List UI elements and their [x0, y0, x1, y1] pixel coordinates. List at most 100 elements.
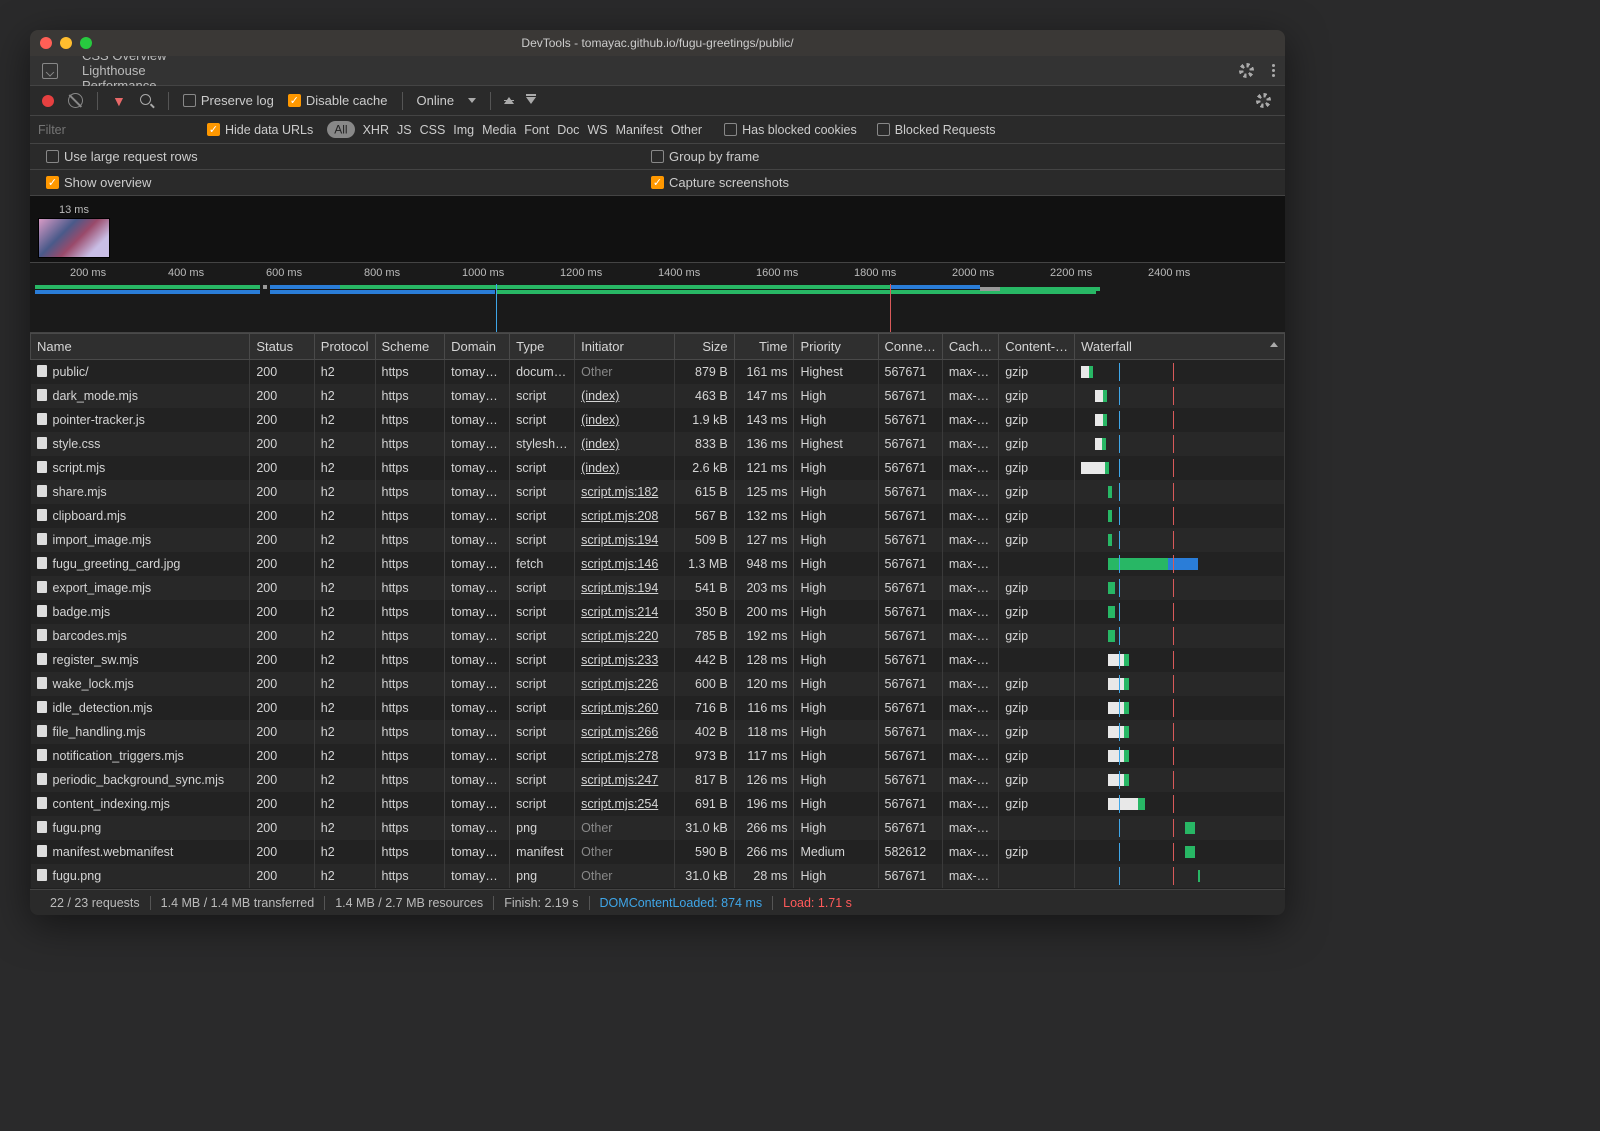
column-cach[interactable]: Cach…: [942, 334, 998, 360]
file-icon: [37, 389, 47, 401]
table-row[interactable]: export_image.mjs200h2httpstomayac…script…: [31, 576, 1285, 600]
column-time[interactable]: Time: [734, 334, 794, 360]
table-row[interactable]: import_image.mjs200h2httpstomayac…script…: [31, 528, 1285, 552]
inspect-icon[interactable]: [42, 63, 58, 79]
clear-icon[interactable]: [68, 93, 83, 108]
timeline-tick: 1800 ms: [854, 267, 896, 279]
group-by-frame-checkbox[interactable]: Group by frame: [651, 149, 759, 164]
table-row[interactable]: content_indexing.mjs200h2httpstomayac…sc…: [31, 792, 1285, 816]
screenshot-thumbnail[interactable]: [38, 218, 110, 258]
column-priority[interactable]: Priority: [794, 334, 878, 360]
throttle-select[interactable]: Online: [417, 93, 477, 108]
network-options-row-2: ✓Show overview ✓Capture screenshots: [30, 170, 1285, 196]
filter-chip-doc[interactable]: Doc: [557, 123, 579, 137]
column-conne[interactable]: Conne…: [878, 334, 942, 360]
file-icon: [37, 653, 47, 665]
table-row[interactable]: file_handling.mjs200h2httpstomayac…scrip…: [31, 720, 1285, 744]
filter-icon[interactable]: ▼: [112, 93, 126, 109]
hide-data-urls-checkbox[interactable]: ✓Hide data URLs: [207, 123, 313, 137]
filter-chip-manifest[interactable]: Manifest: [616, 123, 663, 137]
table-row[interactable]: share.mjs200h2httpstomayac…scriptscript.…: [31, 480, 1285, 504]
screenshot-strip[interactable]: 13 ms: [30, 196, 1285, 263]
file-icon: [37, 629, 47, 641]
filter-chip-js[interactable]: JS: [397, 123, 412, 137]
timeline-tick: 2200 ms: [1050, 267, 1092, 279]
filter-chip-font[interactable]: Font: [524, 123, 549, 137]
filter-chip-xhr[interactable]: XHR: [363, 123, 389, 137]
window-titlebar[interactable]: DevTools - tomayac.github.io/fugu-greeti…: [30, 30, 1285, 56]
file-icon: [37, 797, 47, 809]
file-icon: [37, 773, 47, 785]
table-row[interactable]: clipboard.mjs200h2httpstomayac…scriptscr…: [31, 504, 1285, 528]
table-row[interactable]: wake_lock.mjs200h2httpstomayac…scriptscr…: [31, 672, 1285, 696]
column-name[interactable]: Name: [31, 334, 250, 360]
devtools-window: DevTools - tomayac.github.io/fugu-greeti…: [30, 30, 1285, 915]
table-row[interactable]: script.mjs200h2httpstomayac…script(index…: [31, 456, 1285, 480]
timeline-tick: 200 ms: [70, 267, 106, 279]
table-row[interactable]: barcodes.mjs200h2httpstomayac…scriptscri…: [31, 624, 1285, 648]
file-icon: [37, 533, 47, 545]
filter-chip-all[interactable]: All: [327, 121, 354, 138]
timeline-tick: 2400 ms: [1148, 267, 1190, 279]
record-icon[interactable]: [42, 95, 54, 107]
blocked-requests-checkbox[interactable]: Blocked Requests: [877, 123, 996, 137]
filter-chip-css[interactable]: CSS: [420, 123, 446, 137]
file-icon: [37, 461, 47, 473]
file-icon: [37, 701, 47, 713]
column-protocol[interactable]: Protocol: [314, 334, 375, 360]
settings-icon[interactable]: [1239, 63, 1254, 78]
minimize-button[interactable]: [60, 37, 72, 49]
table-row[interactable]: idle_detection.mjs200h2httpstomayac…scri…: [31, 696, 1285, 720]
timeline-tick: 2000 ms: [952, 267, 994, 279]
download-har-icon[interactable]: [526, 97, 536, 104]
filter-chip-other[interactable]: Other: [671, 123, 702, 137]
filter-input[interactable]: [38, 123, 193, 137]
zoom-button[interactable]: [80, 37, 92, 49]
column-content[interactable]: Content-…: [999, 334, 1075, 360]
file-icon: [37, 677, 47, 689]
table-row[interactable]: register_sw.mjs200h2httpstomayac…scripts…: [31, 648, 1285, 672]
column-status[interactable]: Status: [250, 334, 314, 360]
column-size[interactable]: Size: [674, 334, 734, 360]
file-icon: [37, 557, 47, 569]
filter-chip-img[interactable]: Img: [453, 123, 474, 137]
table-row[interactable]: fugu.png200h2httpstomayac…pngOther31.0 k…: [31, 864, 1285, 888]
table-row[interactable]: pointer-tracker.js200h2httpstomayac…scri…: [31, 408, 1285, 432]
close-button[interactable]: [40, 37, 52, 49]
preserve-log-checkbox[interactable]: Preserve log: [183, 93, 274, 108]
filter-chip-media[interactable]: Media: [482, 123, 516, 137]
large-rows-checkbox[interactable]: Use large request rows: [46, 149, 198, 164]
table-row[interactable]: fugu_greeting_card.jpg200h2httpstomayac……: [31, 552, 1285, 576]
column-domain[interactable]: Domain: [445, 334, 510, 360]
search-icon[interactable]: [140, 94, 154, 108]
more-icon[interactable]: [1272, 64, 1275, 77]
filter-chip-ws[interactable]: WS: [587, 123, 607, 137]
column-type[interactable]: Type: [510, 334, 575, 360]
column-waterfall[interactable]: Waterfall: [1075, 334, 1285, 360]
network-toolbar: ▼ Preserve log ✓Disable cache Online: [30, 86, 1285, 116]
table-row[interactable]: dark_mode.mjs200h2httpstomayac…script(in…: [31, 384, 1285, 408]
table-row[interactable]: badge.mjs200h2httpstomayac…scriptscript.…: [31, 600, 1285, 624]
disable-cache-checkbox[interactable]: ✓Disable cache: [288, 93, 388, 108]
has-blocked-cookies-checkbox[interactable]: Has blocked cookies: [724, 123, 857, 137]
table-row[interactable]: manifest.webmanifest200h2httpstomayac…ma…: [31, 840, 1285, 864]
traffic-lights: [40, 37, 92, 49]
table-row[interactable]: notification_triggers.mjs200h2httpstomay…: [31, 744, 1285, 768]
timeline-overview[interactable]: 200 ms400 ms600 ms800 ms1000 ms1200 ms14…: [30, 263, 1285, 333]
show-overview-checkbox[interactable]: ✓Show overview: [46, 175, 151, 190]
table-row[interactable]: style.css200h2httpstomayac…stylesheet(in…: [31, 432, 1285, 456]
column-scheme[interactable]: Scheme: [375, 334, 445, 360]
table-row[interactable]: public/200h2httpstomayac…documentOther87…: [31, 360, 1285, 385]
disable-cache-label: Disable cache: [306, 93, 388, 108]
status-transferred: 1.4 MB / 1.4 MB transferred: [150, 896, 325, 910]
tab-lighthouse[interactable]: Lighthouse: [70, 63, 179, 78]
screenshot-label: 13 ms: [38, 204, 110, 218]
table-row[interactable]: periodic_background_sync.mjs200h2httpsto…: [31, 768, 1285, 792]
table-row[interactable]: fugu.png200h2httpstomayac…pngOther31.0 k…: [31, 816, 1285, 840]
upload-har-icon[interactable]: [504, 97, 514, 104]
network-options-row: Use large request rows Group by frame: [30, 144, 1285, 170]
network-settings-icon[interactable]: [1256, 93, 1271, 108]
column-initiator[interactable]: Initiator: [575, 334, 675, 360]
preserve-log-label: Preserve log: [201, 93, 274, 108]
capture-screenshots-checkbox[interactable]: ✓Capture screenshots: [651, 175, 789, 190]
